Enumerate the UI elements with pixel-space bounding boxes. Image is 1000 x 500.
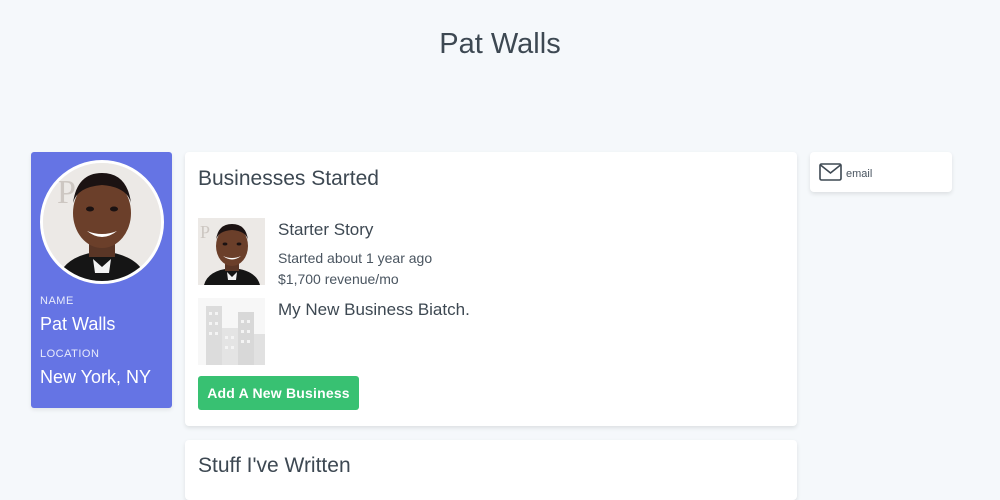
- location-label: LOCATION: [40, 348, 100, 360]
- svg-text:P: P: [200, 222, 210, 242]
- buildings-placeholder-icon[interactable]: [198, 298, 265, 365]
- person-photo: P: [198, 218, 265, 285]
- business-name[interactable]: My New Business Biatch.: [278, 300, 470, 320]
- writings-card: Stuff I've Written: [185, 440, 797, 500]
- businesses-card: Businesses Started P Starter Story Start…: [185, 152, 797, 426]
- name-value: Pat Walls: [40, 314, 116, 334]
- profile-card: P NAME Pat Walls LOCATION New York, NY: [31, 152, 172, 408]
- business-revenue: $1,700 revenue/mo: [278, 271, 399, 287]
- location-value: New York, NY: [40, 367, 152, 387]
- business-thumbnail[interactable]: P: [198, 218, 265, 285]
- page-title: Pat Walls: [439, 28, 561, 60]
- avatar: P: [40, 160, 164, 284]
- person-photo: P: [43, 163, 161, 281]
- business-started: Started about 1 year ago: [278, 250, 433, 266]
- svg-text:P: P: [57, 174, 76, 211]
- email-link[interactable]: email: [846, 168, 872, 180]
- writings-heading: Stuff I've Written: [198, 454, 351, 477]
- name-label: NAME: [40, 295, 74, 307]
- business-name[interactable]: Starter Story: [278, 220, 373, 240]
- add-business-button[interactable]: Add A New Business: [198, 376, 359, 410]
- contact-card[interactable]: email: [810, 152, 952, 192]
- businesses-heading: Businesses Started: [198, 167, 379, 190]
- envelope-icon[interactable]: [819, 163, 842, 186]
